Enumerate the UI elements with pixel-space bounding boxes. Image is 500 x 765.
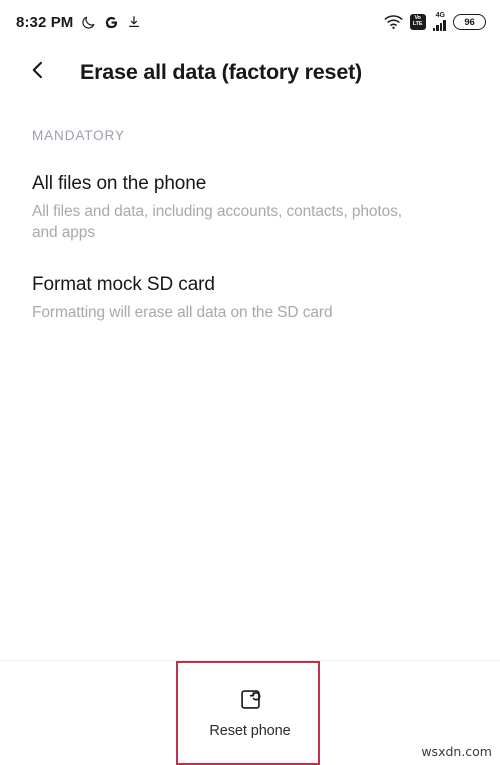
settings-content: MANDATORY All files on the phone All fil… [0, 128, 500, 324]
list-item-title: All files on the phone [32, 173, 207, 194]
signal-bars [432, 20, 446, 31]
reset-phone-label: Reset phone [209, 722, 291, 739]
volte-line-2: LTE [412, 21, 423, 27]
dnd-moon-icon [81, 15, 96, 30]
wifi-icon [384, 14, 403, 30]
battery-level-label: 96 [464, 16, 475, 28]
chevron-left-icon [27, 59, 49, 86]
page-title: Erase all data (factory reset) [80, 59, 362, 84]
list-item[interactable]: All files on the phone All files and dat… [32, 173, 468, 244]
volte-icon: Vo LTE [409, 14, 426, 30]
network-generation-label: 4G [435, 12, 445, 20]
list-item-title: Format mock SD card [32, 273, 215, 295]
watermark: wsxdn.com [421, 744, 492, 759]
signal-bars-icon: 4G [432, 12, 446, 31]
back-button[interactable] [18, 52, 58, 92]
app-bar: Erase all data (factory reset) [0, 44, 500, 100]
list-item[interactable]: Format mock SD card Formatting will eras… [32, 274, 468, 324]
list-item-description: All files and data, including accounts, … [32, 203, 402, 241]
status-bar-right: Vo LTE 4G 96 [384, 12, 486, 31]
list-item-description: Formatting will erase all data on the SD… [32, 303, 333, 321]
battery-icon: 96 [453, 14, 486, 30]
reset-phone-button[interactable]: Reset phone [200, 688, 300, 739]
status-clock: 8:32 PM [16, 13, 74, 31]
reset-phone-icon [238, 688, 262, 712]
section-header-mandatory: MANDATORY [32, 128, 125, 143]
google-g-icon [104, 15, 119, 30]
download-icon [127, 15, 141, 29]
status-bar-left: 8:32 PM [16, 14, 141, 31]
status-bar: 8:32 PM Vo LTE 4G 96 [0, 0, 500, 44]
